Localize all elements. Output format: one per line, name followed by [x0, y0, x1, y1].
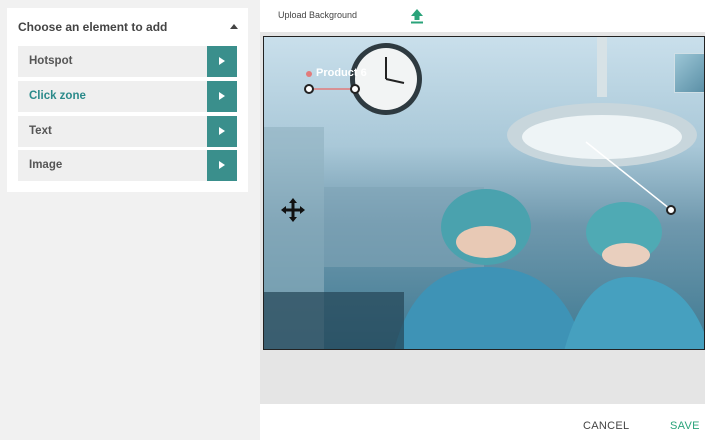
save-button[interactable]: SAVE	[670, 420, 700, 432]
add-hotspot-label: Hotspot	[29, 55, 73, 67]
upload-background-label: Upload Background	[278, 10, 358, 20]
move-icon[interactable]	[280, 197, 306, 223]
cancel-button[interactable]: CANCEL	[583, 420, 629, 432]
add-image-label: Image	[29, 159, 63, 171]
add-hotspot-item[interactable]: Hotspot	[18, 46, 237, 77]
footer-bar: CANCEL SAVE	[260, 404, 705, 440]
drag-handle[interactable]	[666, 205, 676, 215]
add-click-zone-item[interactable]: Click zone	[18, 81, 237, 112]
editor-area: Upload Background Product 6 CANCEL SAVE	[260, 0, 705, 440]
chooser-header-title: Choose an element to add	[18, 20, 168, 34]
background-image	[264, 37, 704, 349]
upload-icon[interactable]	[410, 8, 424, 24]
drag-handle[interactable]	[350, 84, 360, 94]
chevron-right-icon[interactable]	[207, 81, 237, 112]
add-image-item[interactable]: Image	[18, 150, 237, 181]
background-image-stage[interactable]: Product 6	[263, 36, 705, 350]
hotspot-dot[interactable]	[306, 71, 312, 77]
drag-handle[interactable]	[304, 84, 314, 94]
add-text-item[interactable]: Text	[18, 116, 237, 147]
caret-up-icon[interactable]	[230, 24, 238, 29]
chevron-right-icon[interactable]	[207, 46, 237, 77]
thumbnail-image[interactable]	[674, 53, 704, 93]
add-click-zone-label: Click zone	[29, 90, 86, 102]
upload-bar: Upload Background	[260, 0, 705, 32]
hotspot-label[interactable]: Product 6	[316, 67, 367, 79]
canvas-area: Product 6	[260, 32, 705, 404]
element-chooser-panel: Choose an element to add Hotspot Click z…	[7, 8, 248, 192]
chevron-right-icon[interactable]	[207, 116, 237, 147]
add-text-label: Text	[29, 125, 52, 137]
chooser-header[interactable]: Choose an element to add	[18, 20, 238, 36]
chevron-right-icon[interactable]	[207, 150, 237, 181]
